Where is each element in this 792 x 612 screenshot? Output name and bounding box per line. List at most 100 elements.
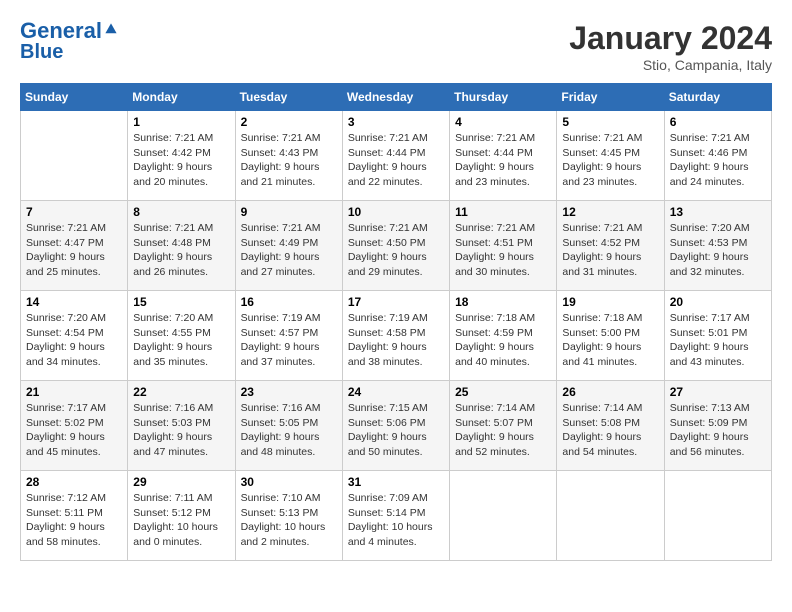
day-of-week-header: Saturday [664, 84, 771, 111]
day-info: Sunrise: 7:21 AM Sunset: 4:43 PM Dayligh… [241, 131, 337, 190]
location-subtitle: Stio, Campania, Italy [569, 57, 772, 73]
day-number: 9 [241, 205, 337, 219]
day-of-week-header: Monday [128, 84, 235, 111]
day-number: 17 [348, 295, 444, 309]
day-info: Sunrise: 7:20 AM Sunset: 4:53 PM Dayligh… [670, 221, 766, 280]
calendar-cell: 9 Sunrise: 7:21 AM Sunset: 4:49 PM Daylig… [235, 201, 342, 291]
day-info: Sunrise: 7:21 AM Sunset: 4:44 PM Dayligh… [348, 131, 444, 190]
day-number: 26 [562, 385, 658, 399]
day-of-week-header: Thursday [450, 84, 557, 111]
calendar-week-row: 1 Sunrise: 7:21 AM Sunset: 4:42 PM Daylig… [21, 111, 772, 201]
day-info: Sunrise: 7:16 AM Sunset: 5:05 PM Dayligh… [241, 401, 337, 460]
day-info: Sunrise: 7:17 AM Sunset: 5:02 PM Dayligh… [26, 401, 122, 460]
day-info: Sunrise: 7:21 AM Sunset: 4:44 PM Dayligh… [455, 131, 551, 190]
day-of-week-header: Wednesday [342, 84, 449, 111]
day-info: Sunrise: 7:20 AM Sunset: 4:55 PM Dayligh… [133, 311, 229, 370]
day-info: Sunrise: 7:19 AM Sunset: 4:57 PM Dayligh… [241, 311, 337, 370]
day-number: 21 [26, 385, 122, 399]
day-number: 25 [455, 385, 551, 399]
day-number: 19 [562, 295, 658, 309]
day-number: 29 [133, 475, 229, 489]
calendar-cell: 22 Sunrise: 7:16 AM Sunset: 5:03 PM Dayli… [128, 381, 235, 471]
day-number: 12 [562, 205, 658, 219]
calendar-cell [664, 471, 771, 561]
day-number: 14 [26, 295, 122, 309]
day-number: 1 [133, 115, 229, 129]
calendar-cell: 24Sunrise: 7:15 AM Sunset: 5:06 PM Dayli… [342, 381, 449, 471]
calendar-cell: 18 Sunrise: 7:18 AM Sunset: 4:59 PM Dayli… [450, 291, 557, 381]
title-block: January 2024 Stio, Campania, Italy [569, 20, 772, 73]
calendar-cell: 29 Sunrise: 7:11 AM Sunset: 5:12 PM Dayli… [128, 471, 235, 561]
calendar-cell: 27Sunrise: 7:13 AM Sunset: 5:09 PM Dayli… [664, 381, 771, 471]
day-number: 7 [26, 205, 122, 219]
day-number: 28 [26, 475, 122, 489]
logo-text: General [20, 20, 102, 42]
calendar-cell: 26 Sunrise: 7:14 AM Sunset: 5:08 PM Dayli… [557, 381, 664, 471]
day-info: Sunrise: 7:18 AM Sunset: 5:00 PM Dayligh… [562, 311, 658, 370]
month-title: January 2024 [569, 20, 772, 57]
day-number: 31 [348, 475, 444, 489]
calendar-cell: 31Sunrise: 7:09 AM Sunset: 5:14 PM Dayli… [342, 471, 449, 561]
calendar-week-row: 14 Sunrise: 7:20 AM Sunset: 4:54 PM Dayli… [21, 291, 772, 381]
day-info: Sunrise: 7:18 AM Sunset: 4:59 PM Dayligh… [455, 311, 551, 370]
day-number: 18 [455, 295, 551, 309]
calendar-week-row: 7 Sunrise: 7:21 AM Sunset: 4:47 PM Daylig… [21, 201, 772, 291]
day-number: 22 [133, 385, 229, 399]
calendar-cell: 19 Sunrise: 7:18 AM Sunset: 5:00 PM Dayli… [557, 291, 664, 381]
calendar-cell: 21 Sunrise: 7:17 AM Sunset: 5:02 PM Dayli… [21, 381, 128, 471]
day-number: 8 [133, 205, 229, 219]
day-info: Sunrise: 7:13 AM Sunset: 5:09 PM Dayligh… [670, 401, 766, 460]
day-info: Sunrise: 7:21 AM Sunset: 4:45 PM Dayligh… [562, 131, 658, 190]
day-number: 4 [455, 115, 551, 129]
calendar-cell: 5 Sunrise: 7:21 AM Sunset: 4:45 PM Daylig… [557, 111, 664, 201]
day-info: Sunrise: 7:16 AM Sunset: 5:03 PM Dayligh… [133, 401, 229, 460]
day-number: 16 [241, 295, 337, 309]
calendar-cell: 12Sunrise: 7:21 AM Sunset: 4:52 PM Dayli… [557, 201, 664, 291]
page-header: General Blue January 2024 Stio, Campania… [20, 20, 772, 73]
day-info: Sunrise: 7:19 AM Sunset: 4:58 PM Dayligh… [348, 311, 444, 370]
day-of-week-header: Tuesday [235, 84, 342, 111]
day-of-week-header: Sunday [21, 84, 128, 111]
logo: General Blue [20, 20, 118, 62]
day-number: 24 [348, 385, 444, 399]
calendar-cell: 30 Sunrise: 7:10 AM Sunset: 5:13 PM Dayli… [235, 471, 342, 561]
calendar-cell [450, 471, 557, 561]
calendar-week-row: 28 Sunrise: 7:12 AM Sunset: 5:11 PM Dayli… [21, 471, 772, 561]
day-info: Sunrise: 7:21 AM Sunset: 4:42 PM Dayligh… [133, 131, 229, 190]
calendar-cell: 10 Sunrise: 7:21 AM Sunset: 4:50 PM Dayli… [342, 201, 449, 291]
day-number: 23 [241, 385, 337, 399]
day-info: Sunrise: 7:12 AM Sunset: 5:11 PM Dayligh… [26, 491, 122, 550]
calendar-cell: 14 Sunrise: 7:20 AM Sunset: 4:54 PM Dayli… [21, 291, 128, 381]
day-number: 30 [241, 475, 337, 489]
day-info: Sunrise: 7:11 AM Sunset: 5:12 PM Dayligh… [133, 491, 229, 550]
day-info: Sunrise: 7:20 AM Sunset: 4:54 PM Dayligh… [26, 311, 122, 370]
calendar-cell: 16 Sunrise: 7:19 AM Sunset: 4:57 PM Dayli… [235, 291, 342, 381]
calendar-week-row: 21 Sunrise: 7:17 AM Sunset: 5:02 PM Dayli… [21, 381, 772, 471]
day-info: Sunrise: 7:21 AM Sunset: 4:50 PM Dayligh… [348, 221, 444, 280]
day-number: 15 [133, 295, 229, 309]
day-number: 3 [348, 115, 444, 129]
calendar-cell: 8Sunrise: 7:21 AM Sunset: 4:48 PM Daylig… [128, 201, 235, 291]
day-number: 5 [562, 115, 658, 129]
day-number: 6 [670, 115, 766, 129]
day-info: Sunrise: 7:21 AM Sunset: 4:49 PM Dayligh… [241, 221, 337, 280]
calendar-cell: 15 Sunrise: 7:20 AM Sunset: 4:55 PM Dayli… [128, 291, 235, 381]
calendar-cell: 3 Sunrise: 7:21 AM Sunset: 4:44 PM Daylig… [342, 111, 449, 201]
day-number: 13 [670, 205, 766, 219]
day-info: Sunrise: 7:10 AM Sunset: 5:13 PM Dayligh… [241, 491, 337, 550]
calendar-cell: 1 Sunrise: 7:21 AM Sunset: 4:42 PM Daylig… [128, 111, 235, 201]
calendar-cell: 7 Sunrise: 7:21 AM Sunset: 4:47 PM Daylig… [21, 201, 128, 291]
day-info: Sunrise: 7:21 AM Sunset: 4:47 PM Dayligh… [26, 221, 122, 280]
day-of-week-header: Friday [557, 84, 664, 111]
day-number: 20 [670, 295, 766, 309]
calendar-cell: 20 Sunrise: 7:17 AM Sunset: 5:01 PM Dayli… [664, 291, 771, 381]
day-number: 10 [348, 205, 444, 219]
day-info: Sunrise: 7:14 AM Sunset: 5:08 PM Dayligh… [562, 401, 658, 460]
day-info: Sunrise: 7:21 AM Sunset: 4:46 PM Dayligh… [670, 131, 766, 190]
calendar-cell: 28 Sunrise: 7:12 AM Sunset: 5:11 PM Dayli… [21, 471, 128, 561]
calendar-cell: 13 Sunrise: 7:20 AM Sunset: 4:53 PM Dayli… [664, 201, 771, 291]
day-number: 2 [241, 115, 337, 129]
calendar-cell: 23 Sunrise: 7:16 AM Sunset: 5:05 PM Dayli… [235, 381, 342, 471]
calendar-cell: 11Sunrise: 7:21 AM Sunset: 4:51 PM Dayli… [450, 201, 557, 291]
day-info: Sunrise: 7:17 AM Sunset: 5:01 PM Dayligh… [670, 311, 766, 370]
